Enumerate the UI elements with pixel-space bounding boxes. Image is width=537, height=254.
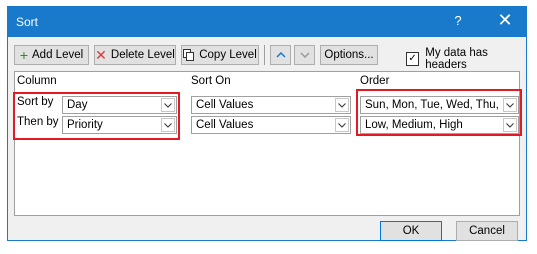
chevron-down-icon <box>299 52 310 58</box>
toolbar-separator <box>264 45 265 65</box>
order-highlight-box <box>356 89 522 136</box>
column-header: Column <box>17 75 57 87</box>
close-button[interactable]: ✕ <box>494 10 516 31</box>
plus-icon: + <box>19 47 29 63</box>
copy-level-label: Copy Level <box>199 49 257 61</box>
help-button[interactable]: ? <box>448 13 468 28</box>
move-up-button[interactable] <box>270 45 291 65</box>
add-level-button[interactable]: + Add Level <box>14 45 89 65</box>
sort-on-header: Sort On <box>191 75 231 87</box>
copy-level-button[interactable]: Copy Level <box>181 45 259 65</box>
toolbar: + Add Level ✕ Delete Level Copy Level Op… <box>8 37 526 71</box>
dialog-title: Sort <box>16 15 39 29</box>
order-header: Order <box>360 75 390 87</box>
add-level-label: Add Level <box>32 49 84 61</box>
chevron-up-icon <box>275 52 286 58</box>
sort-dialog: Sort ? ✕ + Add Level ✕ Delete Level Copy… <box>7 6 527 241</box>
headers-checkbox[interactable]: ✓ <box>406 52 420 66</box>
options-button[interactable]: Options... <box>320 45 378 65</box>
move-down-button[interactable] <box>294 45 315 65</box>
chevron-down-icon <box>335 118 349 132</box>
ok-button[interactable]: OK <box>380 221 442 241</box>
options-label: Options... <box>324 49 374 61</box>
copy-icon <box>183 49 195 61</box>
column-highlight-box <box>13 92 180 140</box>
chevron-down-icon <box>335 98 349 112</box>
delete-level-button[interactable]: ✕ Delete Level <box>94 45 176 65</box>
delete-level-label: Delete Level <box>110 49 175 61</box>
headers-label: My data has headers <box>425 47 488 71</box>
cancel-button[interactable]: Cancel <box>456 221 518 241</box>
headers-checkbox-group[interactable]: ✓ My data has headers <box>406 47 526 71</box>
title-bar: Sort ? ✕ <box>8 7 526 37</box>
sort-by-sort-on-select[interactable]: Cell Values <box>191 96 351 114</box>
sort-levels-grid: Column Sort On Order Sort by Day Cell Va… <box>13 71 522 216</box>
x-icon: ✕ <box>95 47 107 63</box>
then-by-sort-on-select[interactable]: Cell Values <box>191 116 351 134</box>
